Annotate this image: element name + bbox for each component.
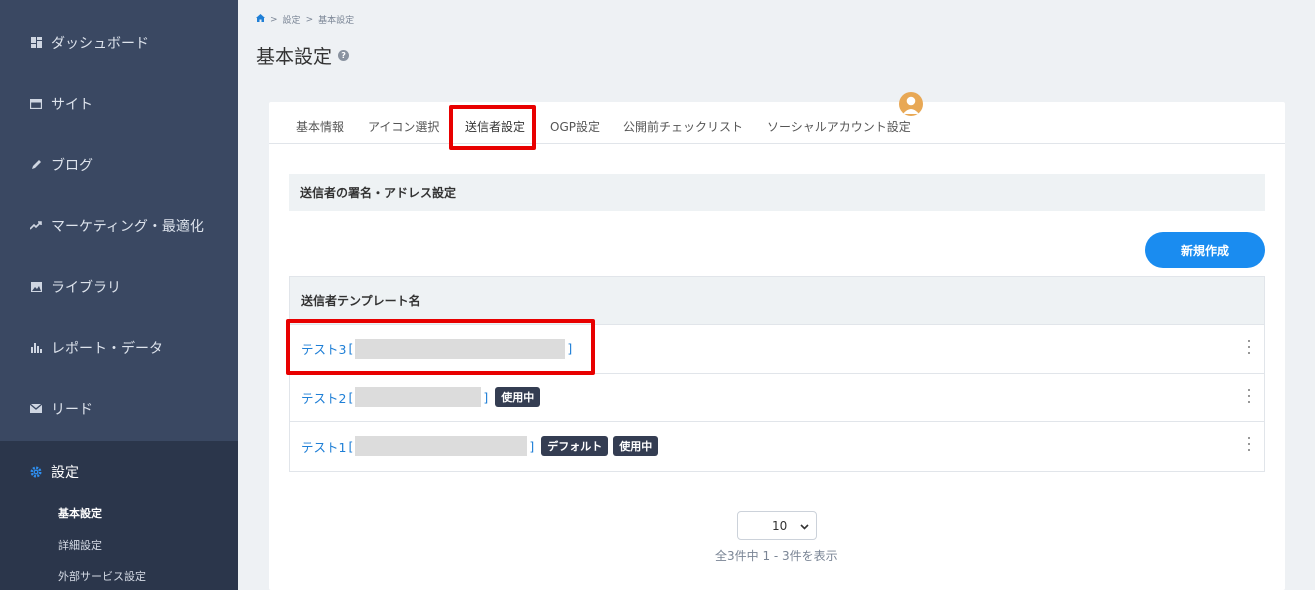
breadcrumb-separator: > <box>270 14 278 25</box>
pencil-icon <box>30 159 42 171</box>
tab-sender-settings[interactable]: 送信者設定 <box>465 118 525 135</box>
more-options-icon[interactable] <box>1248 388 1252 403</box>
sidebar-item-label: ダッシュボード <box>51 35 149 52</box>
breadcrumb-item-basic-settings: 基本設定 <box>318 16 355 26</box>
page-title-text: 基本設定 <box>256 46 333 68</box>
sidebar-item-library[interactable]: ライブラリ <box>0 256 238 317</box>
bracket-open: [ <box>348 341 354 357</box>
table-row: テスト1 [ ] デフォルト 使用中 <box>290 422 1264 471</box>
redacted-address <box>355 436 528 457</box>
image-icon <box>30 281 42 293</box>
sidebar-item-blog[interactable]: ブログ <box>0 134 238 195</box>
bracket-open: [ <box>348 389 354 405</box>
sidebar-item-dashboard[interactable]: ダッシュボード <box>0 12 238 73</box>
sidebar-item-label: レポート・データ <box>51 340 163 357</box>
template-link[interactable]: テスト1 <box>301 437 346 456</box>
sender-template-table: 送信者テンプレート名 テスト3 [ ] テスト2 [ ] 使用中 テスト1 [ … <box>289 276 1265 472</box>
sidebar-item-marketing[interactable]: マーケティング・最適化 <box>0 195 238 256</box>
breadcrumb-separator: > <box>305 14 314 25</box>
tab-icon-select[interactable]: アイコン選択 <box>368 118 439 135</box>
home-icon[interactable] <box>256 14 265 25</box>
per-page-value: 10 <box>772 519 788 533</box>
tab-social-accounts[interactable]: ソーシャルアカウント設定 <box>767 118 911 135</box>
section-header: 送信者の署名・アドレス設定 <box>289 174 1265 211</box>
redacted-address <box>355 338 566 359</box>
table-row: テスト3 [ ] <box>290 325 1264 374</box>
bracket-close: ] <box>483 389 489 405</box>
sidebar: ダッシュボード サイト ブログ マーケティング・最適化 ライブラリ レポート・デ… <box>0 0 238 590</box>
per-page-select[interactable]: 10 <box>737 511 817 540</box>
template-link[interactable]: テスト3 <box>301 339 346 358</box>
sidebar-item-label: ライブラリ <box>51 279 121 296</box>
status-badge-in-use: 使用中 <box>495 387 541 408</box>
sidebar-item-label: サイト <box>51 96 93 113</box>
sidebar-item-report[interactable]: レポート・データ <box>0 317 238 378</box>
question-icon[interactable]: ? <box>338 50 350 61</box>
site-icon <box>30 98 42 110</box>
sidebar-item-label: リード <box>51 401 93 418</box>
trend-icon <box>30 220 42 232</box>
bracket-close: ] <box>529 438 535 454</box>
table-row: テスト2 [ ] 使用中 <box>290 374 1264 422</box>
tab-bar: 基本情報 アイコン選択 送信者設定 OGP設定 公開前チェックリスト ソーシャル… <box>269 92 1285 144</box>
user-avatar-icon <box>899 92 923 116</box>
more-options-icon[interactable] <box>1248 437 1252 451</box>
status-badge-in-use: 使用中 <box>613 436 659 457</box>
dashboard-icon <box>30 37 42 49</box>
redacted-address <box>355 387 482 408</box>
sub-item-external-services[interactable]: 外部サービス設定 <box>58 568 146 584</box>
pagination-info: 全3件中 1 - 3件を表示 <box>715 549 838 563</box>
sidebar-item-site[interactable]: サイト <box>0 73 238 134</box>
breadcrumb: > 設定 > 基本設定 <box>256 13 354 26</box>
sub-item-advanced-settings[interactable]: 詳細設定 <box>58 537 102 553</box>
chevron-down-icon <box>800 519 809 533</box>
sidebar-item-label: 設定 <box>51 464 79 481</box>
bracket-close: ] <box>567 341 573 357</box>
mail-icon <box>30 403 42 415</box>
tab-prepublish-checklist[interactable]: 公開前チェックリスト <box>623 118 743 135</box>
more-options-icon[interactable] <box>1248 340 1252 354</box>
settings-card: 基本情報 アイコン選択 送信者設定 OGP設定 公開前チェックリスト ソーシャル… <box>269 92 1285 590</box>
gear-icon <box>30 466 42 478</box>
bracket-open: [ <box>348 438 354 454</box>
status-badge-default: デフォルト <box>541 436 609 457</box>
bar-chart-icon <box>30 342 42 354</box>
table-header: 送信者テンプレート名 <box>290 277 1264 325</box>
sidebar-item-label: ブログ <box>51 157 93 174</box>
create-new-button[interactable]: 新規作成 <box>1145 232 1265 268</box>
page-title: 基本設定 ? <box>256 42 350 69</box>
template-link[interactable]: テスト2 <box>301 388 346 407</box>
tab-ogp-settings[interactable]: OGP設定 <box>550 118 600 135</box>
sidebar-item-lead[interactable]: リード <box>0 378 238 439</box>
sidebar-item-label: マーケティング・最適化 <box>51 218 204 235</box>
sidebar-item-settings[interactable]: 設定 <box>0 441 238 502</box>
tab-basic-info[interactable]: 基本情報 <box>296 118 344 135</box>
breadcrumb-item-settings[interactable]: 設定 <box>283 13 301 26</box>
sub-item-basic-settings[interactable]: 基本設定 <box>58 505 102 521</box>
